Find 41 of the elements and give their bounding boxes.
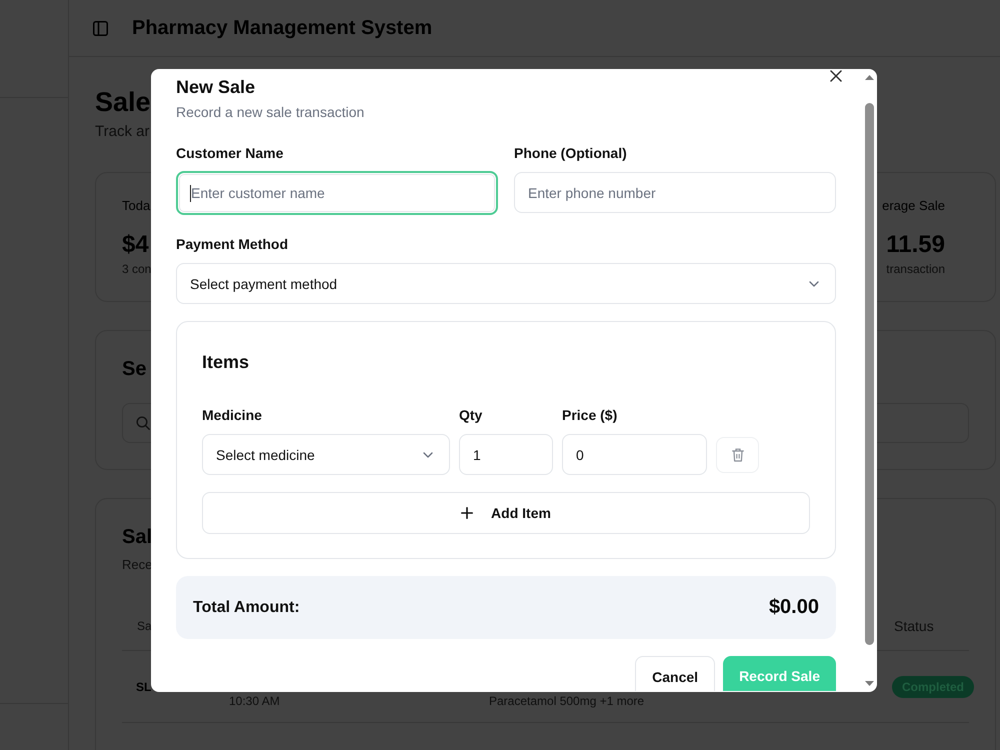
cancel-button[interactable]: Cancel: [635, 656, 716, 691]
field-label: Payment Method: [176, 235, 288, 254]
card-title: Se: [122, 357, 146, 382]
delete-button[interactable]: [716, 436, 759, 472]
dialog-subtitle: Record a new sale transaction: [176, 103, 364, 122]
payment-method-select[interactable]: Select payment method: [176, 263, 836, 304]
stat-value: $4: [122, 230, 149, 260]
app-title: Pharmacy Management System: [132, 16, 432, 40]
customer-name-field[interactable]: Enter customer name: [176, 171, 498, 215]
chevron-down-icon: [423, 452, 433, 458]
price-field[interactable]: 0: [562, 434, 707, 475]
field-label: Qty: [459, 406, 482, 425]
field-label: Phone (Optional): [514, 144, 627, 163]
stat-value: 11.59: [886, 230, 945, 260]
dialog-title: New Sale: [176, 76, 256, 99]
sidebar-toggle-button[interactable]: [93, 20, 108, 36]
trash-icon: [732, 448, 744, 462]
close-icon: [830, 70, 842, 82]
field-label: Price ($): [562, 406, 618, 425]
section-title: Items: [202, 351, 250, 374]
sidebar-panel-icon: [93, 20, 108, 36]
quantity-field[interactable]: 1: [459, 434, 553, 475]
stat-label: erage Sale: [882, 197, 945, 215]
total-amount: $0.00: [768, 596, 819, 619]
chevron-down-icon: [809, 280, 819, 286]
medicine-select[interactable]: Select medicine: [202, 434, 450, 475]
total-label: Total Amount:: [193, 598, 300, 616]
scrollbar-thumb[interactable]: [865, 103, 874, 645]
scroll-down-arrow-icon[interactable]: [865, 681, 874, 686]
stat-label: Toda: [122, 197, 150, 215]
page-title: Sale: [95, 86, 151, 119]
table-cell-text: SL: [136, 678, 152, 696]
close-button[interactable]: [830, 70, 842, 82]
add-item-button[interactable]: Add Item: [202, 492, 810, 534]
phone-field[interactable]: Enter phone number: [514, 172, 836, 213]
plus-icon: [461, 507, 474, 519]
field-label: Medicine: [202, 406, 262, 425]
scroll-up-arrow-icon[interactable]: [865, 75, 874, 80]
field-label: Customer Name: [176, 144, 284, 163]
card-title: Sal: [122, 525, 152, 550]
search-icon: [136, 416, 150, 430]
